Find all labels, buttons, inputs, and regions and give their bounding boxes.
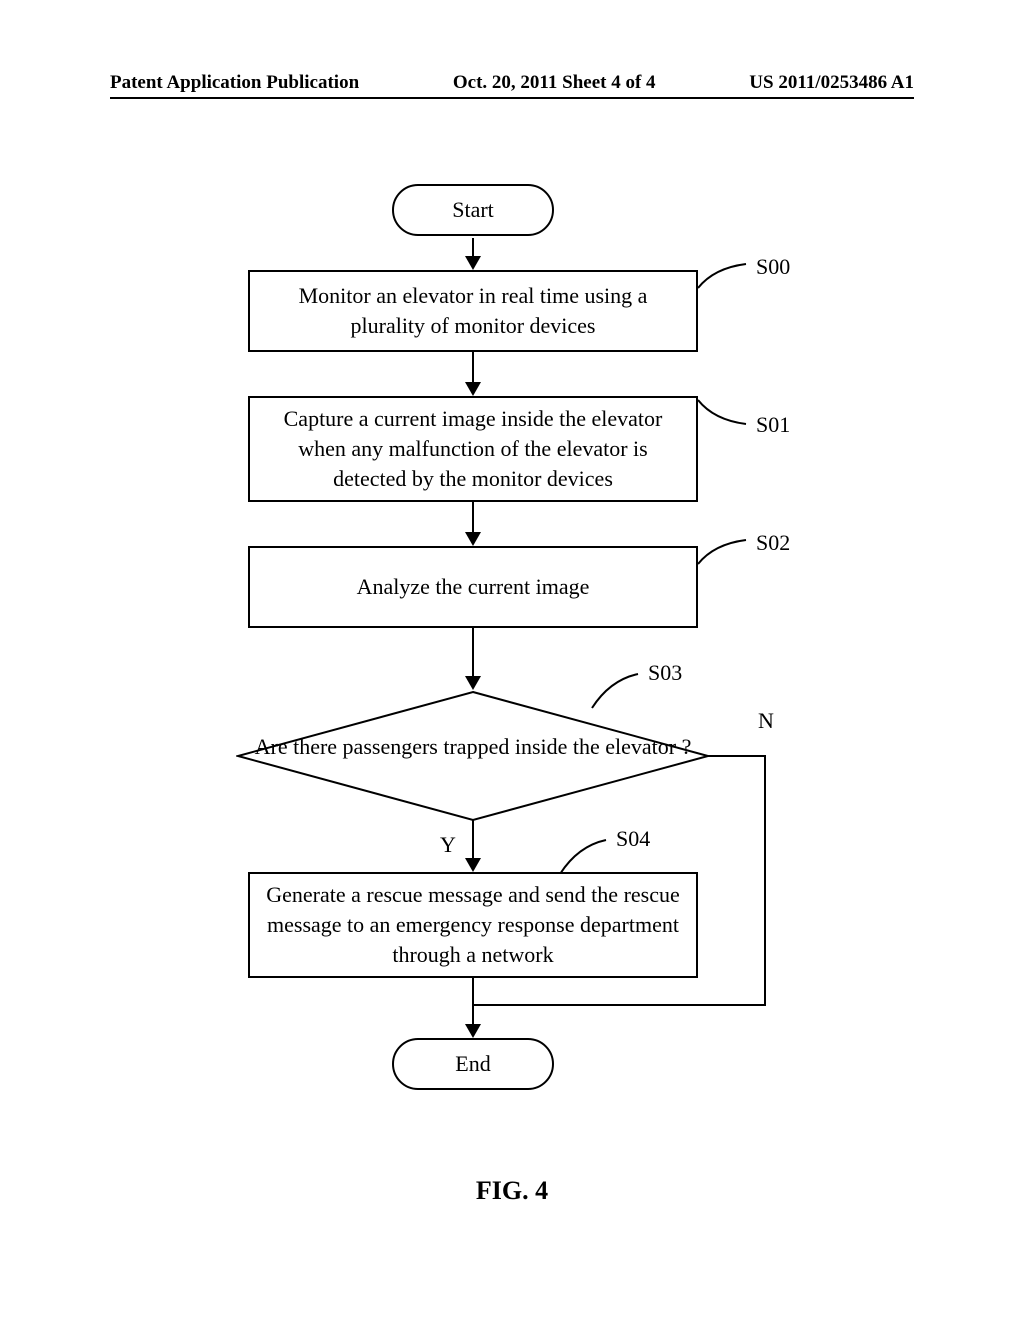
header-right: US 2011/0253486 A1 [749,72,914,94]
label-s01: S01 [756,412,790,438]
figure-caption: FIG. 4 [0,1176,1024,1206]
process-s00-text: Monitor an elevator in real time using a… [266,281,680,340]
label-s02: S02 [756,530,790,556]
process-s00: Monitor an elevator in real time using a… [248,270,698,352]
process-s02: Analyze the current image [248,546,698,628]
arrowhead-s03-s04 [465,858,481,872]
end-label: End [455,1051,490,1077]
callout-s02 [696,536,758,574]
process-s04: Generate a rescue message and send the r… [248,872,698,978]
callout-s00 [696,260,758,298]
arrow-s04-end-v [472,978,474,1026]
start-terminal: Start [392,184,554,236]
arrowhead-s04-end [465,1024,481,1038]
arrowhead-start-s00 [465,256,481,270]
arrowhead-s02-s03 [465,676,481,690]
process-s01: Capture a current image inside the eleva… [248,396,698,502]
header-left: Patent Application Publication [110,72,359,94]
label-s00: S00 [756,254,790,280]
decision-s03-text: Are there passengers trapped inside the … [255,734,692,759]
arrowhead-s00-s01 [465,382,481,396]
process-s04-text: Generate a rescue message and send the r… [266,880,680,969]
arrow-no-h2 [474,1004,766,1006]
arrow-s02-s03 [472,628,474,678]
decision-no-label: N [758,708,774,734]
label-s03: S03 [648,660,682,686]
arrow-s03-s04 [472,820,474,860]
header-center: Oct. 20, 2011 Sheet 4 of 4 [453,72,656,94]
end-terminal: End [392,1038,554,1090]
arrow-no-h1 [708,755,766,757]
arrow-start-s00 [472,238,474,258]
flowchart: Start Monitor an elevator in real time u… [0,160,1024,1120]
label-s04: S04 [616,826,650,852]
header-rule [110,97,914,99]
callout-s01 [696,396,758,434]
arrow-s01-s02 [472,502,474,534]
callout-s03 [588,670,650,712]
process-s01-text: Capture a current image inside the eleva… [266,404,680,493]
decision-yes-label: Y [440,832,456,858]
arrow-s00-s01 [472,352,474,384]
process-s02-text: Analyze the current image [357,572,590,602]
arrowhead-s01-s02 [465,532,481,546]
arrow-no-v [764,755,766,1006]
start-label: Start [452,197,494,223]
